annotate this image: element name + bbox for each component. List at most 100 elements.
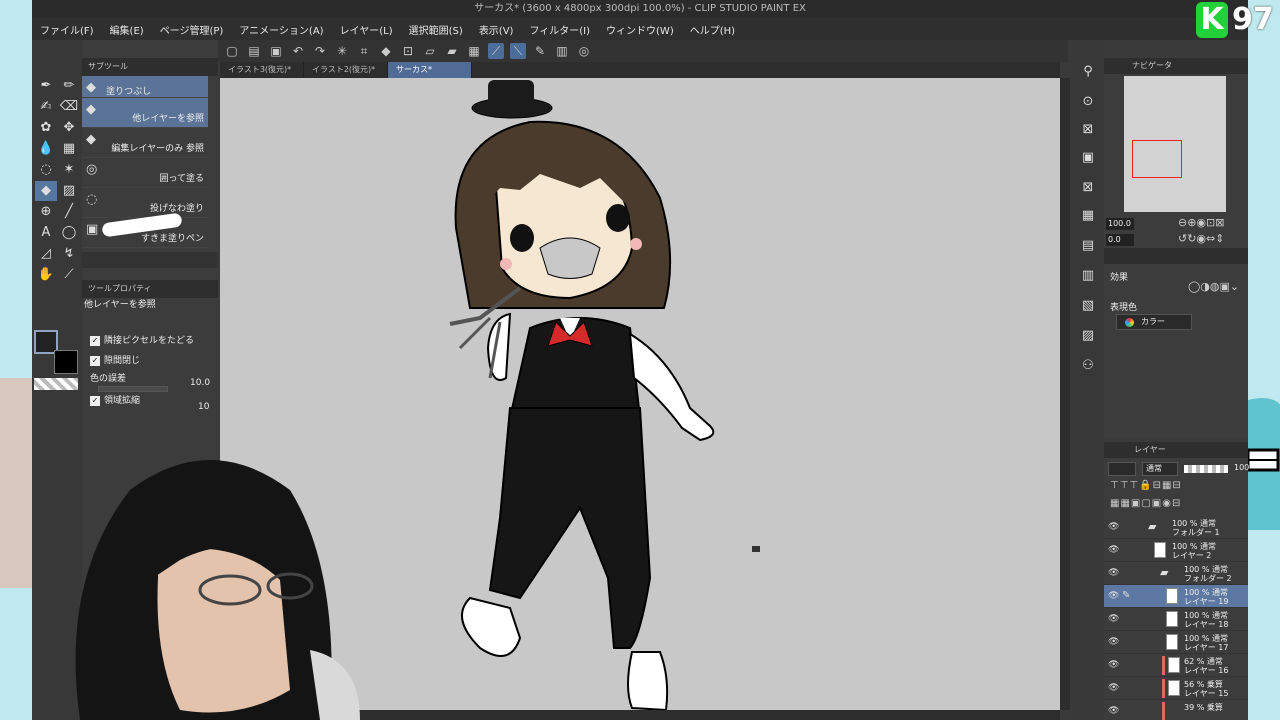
clear-icon[interactable]: ✳ (334, 43, 350, 59)
eye-icon[interactable]: 👁 (1108, 637, 1119, 647)
menu-file[interactable]: ファイル(F) (40, 22, 94, 37)
frame-icon[interactable]: ▦ (58, 139, 80, 159)
image-icon[interactable]: ▣ (1078, 148, 1098, 168)
fill-icon[interactable]: ◆ (378, 43, 394, 59)
eye-icon[interactable]: 👁 (1108, 522, 1119, 532)
ruler-tool-icon[interactable]: ◿ (35, 244, 57, 264)
line-icon[interactable]: ╱ (58, 202, 80, 222)
text-icon[interactable]: A (35, 223, 57, 243)
tab-illust3[interactable]: イラスト3(復元)* (220, 62, 304, 78)
gradient-icon[interactable]: ▨ (58, 181, 80, 201)
palette-icon[interactable]: ▥ (554, 43, 570, 59)
search-icon[interactable]: ⊙ (1078, 92, 1098, 112)
navigator-view-frame[interactable] (1132, 140, 1182, 178)
transform-icon[interactable]: ⌗ (356, 43, 372, 59)
figure-icon[interactable]: ⚲ (1078, 62, 1098, 82)
eye-icon[interactable]: 👁 (1108, 660, 1119, 670)
transparent-color-swatch[interactable] (34, 378, 78, 390)
menu-window[interactable]: ウィンドウ(W) (606, 22, 674, 37)
balloon-icon[interactable]: ◯ (58, 223, 80, 243)
eye-icon[interactable]: 👁 (1108, 568, 1119, 578)
expand-option[interactable]: ✓ 領域拡縮 (90, 392, 212, 410)
new-file-icon[interactable]: ▢ (224, 43, 240, 59)
menu-edit[interactable]: 編集(E) (110, 22, 144, 37)
snap-special-icon[interactable]: ⟍ (510, 43, 526, 59)
tab-circus[interactable]: サーカス* (388, 62, 472, 78)
tolerance-value[interactable]: 10.0 (190, 378, 210, 388)
layer-actions-icon[interactable]: ▦▦▣▢▣◉⊟ (1110, 498, 1181, 509)
snap-ruler-icon[interactable]: ⟋ (488, 43, 504, 59)
assets-icon[interactable]: ◎ (576, 43, 592, 59)
layer-row[interactable]: 👁 62 % 通常 レイヤー 16 (1104, 654, 1248, 677)
tab-illust2[interactable]: イラスト2(復元)* (304, 62, 388, 78)
grid-icon[interactable]: ▦ (466, 43, 482, 59)
crop-icon[interactable]: ⊡ (400, 43, 416, 59)
lasso-icon[interactable]: ◌ (35, 160, 57, 180)
adjacent-pixel-option[interactable]: ✓ 隣接ピクセルをたどる (90, 332, 212, 350)
sub-color-swatch[interactable] (54, 350, 78, 374)
object-icon[interactable]: ⊕ (35, 202, 57, 222)
menu-animation[interactable]: アニメーション(A) (239, 22, 323, 37)
opacity-slider[interactable] (1184, 465, 1228, 473)
eye-icon[interactable]: 👁 (1108, 545, 1119, 555)
history-icon[interactable]: ▧ (1078, 296, 1098, 316)
layer-tools-icon[interactable]: ⊤⊤⊤🔒⊟▦⊟ (1110, 480, 1182, 491)
eye-icon[interactable]: 👁 (1108, 683, 1119, 693)
pen-settings-icon[interactable]: ✎ (532, 43, 548, 59)
menu-layer[interactable]: レイヤー(L) (340, 22, 393, 37)
close-gap-option[interactable]: ✓ 隙間閉じ (90, 352, 212, 370)
person-icon[interactable]: ⚇ (1078, 356, 1098, 376)
layer-property-icon[interactable]: ▤ (1078, 236, 1098, 256)
snap-icon[interactable]: ▰ (444, 43, 460, 59)
expand-value[interactable]: 10 (198, 402, 209, 412)
menu-selection[interactable]: 選択範囲(S) (409, 22, 463, 37)
info-icon[interactable]: ▨ (1078, 326, 1098, 346)
eye-icon[interactable]: 👁 (1108, 591, 1119, 601)
check-icon[interactable]: ✓ (90, 396, 100, 406)
rotate-buttons-icon[interactable]: ↺↻◉⇔⇕ (1178, 232, 1224, 245)
zoom-field[interactable]: 100.0 (1106, 218, 1134, 230)
blend-icon[interactable]: 💧 (35, 139, 57, 159)
redo-icon[interactable]: ↷ (312, 43, 328, 59)
hand-icon[interactable]: ✋ (35, 265, 57, 285)
subtool-enclose-fill[interactable]: ◎ 囲って塗る (82, 158, 208, 188)
eraser-icon[interactable]: ⌫ (58, 97, 80, 117)
layer-row[interactable]: 👁 100 % 通常 レイヤー 18 (1104, 608, 1248, 631)
close-panel-icon[interactable]: ⊠ (1078, 120, 1098, 140)
layer-row[interactable]: 👁 ▰ 100 % 通常 フォルダー 1 (1104, 516, 1248, 539)
fill-tool-icon[interactable]: ◆ (35, 181, 57, 201)
layer-row[interactable]: 👁 39 % 乗算 (1104, 700, 1248, 720)
correct-line-icon[interactable]: ↯ (58, 244, 80, 264)
expression-color-select[interactable]: カラー (1116, 314, 1192, 330)
eye-icon[interactable]: 👁 (1108, 614, 1119, 624)
eye-icon[interactable]: 👁 (1108, 706, 1119, 716)
check-icon[interactable]: ✓ (90, 356, 100, 366)
move-icon[interactable]: ✥ (58, 118, 80, 138)
check-icon[interactable]: ✓ (90, 336, 100, 346)
blend-mode-select[interactable]: 通常 (1142, 462, 1178, 476)
layer-row[interactable]: 👁 ▰ 100 % 通常 フォルダー 2 (1104, 562, 1248, 585)
brush-icon[interactable]: ✍ (35, 97, 57, 117)
zoom-buttons-icon[interactable]: ⊖⊕◉⊡⊠ (1178, 216, 1224, 229)
menu-help[interactable]: ヘルプ(H) (690, 22, 735, 37)
ruler-icon[interactable]: ▱ (422, 43, 438, 59)
pencil-icon[interactable]: ✏ (58, 76, 80, 96)
material-icon[interactable]: ▥ (1078, 266, 1098, 286)
menu-filter[interactable]: フィルター(I) (529, 22, 590, 37)
rotate-field[interactable]: 0.0 (1106, 234, 1134, 246)
close-panel-icon[interactable]: ⊠ (1078, 178, 1098, 198)
decoration-icon[interactable]: ✿ (35, 118, 57, 138)
opacity-value[interactable]: 100 (1234, 463, 1249, 472)
magic-wand-icon[interactable]: ✶ (58, 160, 80, 180)
layer-row[interactable]: 👁 100 % 通常 レイヤー 17 (1104, 631, 1248, 654)
layer-row[interactable]: 👁 100 % 通常 レイヤー 2 (1104, 539, 1248, 562)
layer-row[interactable]: 👁 56 % 乗算 レイヤー 15 (1104, 677, 1248, 700)
subtool-fill[interactable]: ◆ 塗りつぶし (82, 76, 208, 98)
undo-icon[interactable]: ↶ (290, 43, 306, 59)
grid-panel-icon[interactable]: ▦ (1078, 206, 1098, 226)
subtool-refer-other[interactable]: ◆ 他レイヤーを参照 (82, 98, 208, 128)
open-file-icon[interactable]: ▤ (246, 43, 262, 59)
pen-icon[interactable]: ✒ (35, 76, 57, 96)
eyedropper-icon[interactable]: ⟋ (58, 265, 80, 285)
layer-row-selected[interactable]: 👁 ✎ 100 % 通常 レイヤー 19 (1104, 585, 1248, 608)
